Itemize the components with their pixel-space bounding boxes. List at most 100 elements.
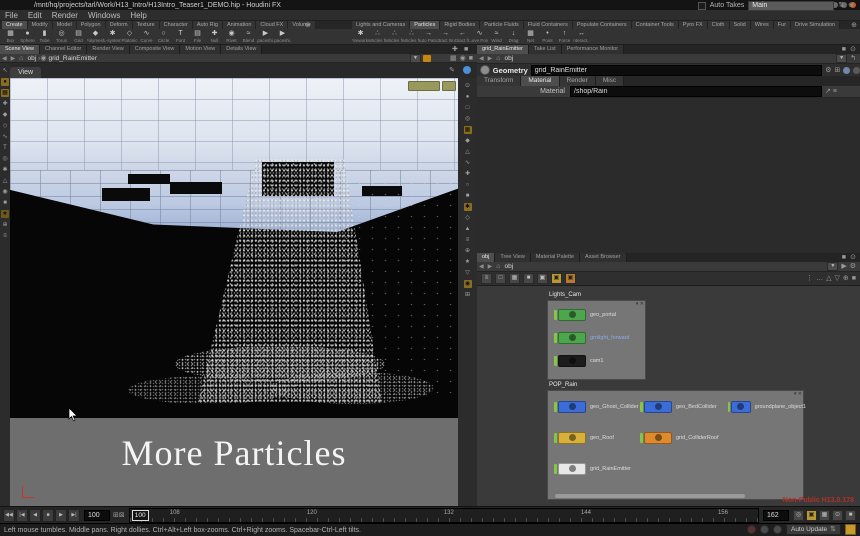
tool-icon[interactable]: ◆ [464,137,472,145]
help-icon[interactable]: ⊕ [848,2,854,9]
tool-icon[interactable]: ◆ [1,111,9,119]
tool-icon[interactable]: ● [464,93,472,101]
globe-icon[interactable] [463,66,471,74]
node-display-flag[interactable] [640,433,643,443]
node-display-flag[interactable] [554,433,557,443]
info-icon[interactable] [843,67,850,74]
node-display-flag[interactable] [554,310,557,320]
netbox-lights-cam[interactable]: Lights_Cam ▾ ✕ geo_portal grnlight_forwa… [547,300,646,380]
playback-button[interactable]: |◀ [16,509,28,522]
shelf-tab[interactable]: Model [53,21,77,29]
tool-icon[interactable]: ◎ [1,155,9,163]
node-body[interactable] [731,401,751,413]
param-tab[interactable]: Material [521,76,559,86]
snap-icon[interactable]: ▦ [450,55,457,62]
path-root[interactable]: obj [502,55,515,62]
network-editor[interactable]: Lights_Cam ▾ ✕ geo_portal grnlight_forwa… [477,286,860,506]
take-stepper-icon[interactable]: ⇅ [838,2,844,9]
shelf-tool[interactable]: ● Sphere [19,30,36,45]
scene-viewport[interactable]: More Particles [10,78,458,506]
open-chooser-icon[interactable]: ↗ [825,88,831,95]
timeline-option-icon[interactable]: ◎ [793,510,804,521]
grid-icon[interactable]: ■ [469,55,473,62]
net-tool-icon[interactable]: ▣ [537,273,548,284]
tool-icon[interactable]: ◎ [464,115,472,123]
forward-icon[interactable]: ▶ [486,263,495,270]
net-tool-icon[interactable]: ▦ [509,273,520,284]
memory-icon[interactable] [747,525,756,534]
tool-icon[interactable]: ∿ [464,159,472,167]
network-node[interactable]: geo_portal [554,309,629,320]
timeline-option-icon[interactable]: ▦ [819,510,830,521]
menu-item[interactable]: Help [125,11,151,20]
shelf-tab[interactable]: Solid [730,21,751,29]
shelf-tool[interactable]: ▦ Box [2,30,19,45]
netbox-pop-rain[interactable]: POP_Rain ▾ ✕ geo_Ghost_Collider geo_BedC… [547,390,804,500]
pane-tab[interactable]: Composite View [130,45,181,54]
tool-icon[interactable]: ★ [464,258,472,266]
shelf-tab[interactable]: Wires [751,21,774,29]
network-node[interactable]: grnlight_forward [554,332,629,343]
pane-maximize-icon[interactable]: ■ [842,46,846,53]
shelf-gear-icon[interactable]: ⊕ [851,22,857,29]
node-body[interactable] [558,401,586,413]
tool-icon[interactable]: ⊕ [1,221,9,229]
shelf-tab[interactable]: Drive Simulation [791,21,840,29]
shelf-tab[interactable]: Volume [288,21,315,29]
shelf-tool[interactable]: ◆ Polymesh [87,30,104,45]
shelf-tool[interactable]: ◎ Torus [53,30,70,45]
node-display-flag[interactable] [554,464,557,474]
dots-icon[interactable]: ⋮ [806,275,813,282]
shelf-tab[interactable]: Create [2,21,28,29]
display-flag-icon[interactable] [423,55,431,62]
viewport-overlay-button[interactable] [442,81,456,91]
shelf-tool[interactable]: ≈ Blend [240,30,257,45]
menu-item[interactable]: Windows [83,11,125,20]
auto-takes-checkbox[interactable] [698,2,706,10]
shelf-tab[interactable]: Deform [106,21,133,29]
play-icon[interactable]: ▶ [841,263,846,270]
shelf-tool[interactable]: • Point [539,30,556,45]
shelf-tab[interactable]: Character [160,21,193,29]
gear-icon[interactable]: ⚙ [825,67,831,74]
menu-item[interactable]: Edit [23,11,47,20]
pose-icon[interactable]: ◉ [460,55,466,62]
material-field[interactable] [570,86,822,97]
jump-icon[interactable]: ↰ [850,55,856,62]
shelf-tool[interactable]: ↓ Drag [505,30,522,45]
shelf-tab[interactable]: Pyro FX [679,21,708,29]
tool-icon[interactable]: ▽ [464,269,472,277]
node-name-field[interactable] [531,65,822,76]
cook-icon[interactable] [773,525,782,534]
timeline-ruler[interactable]: 100 108120132144156 [129,508,759,523]
net-tool-icon[interactable]: □ [495,273,506,284]
shelf-tool[interactable]: → Auto Patrol [420,30,437,45]
path-dropdown[interactable]: ▼ [827,262,838,271]
node-display-flag[interactable] [728,402,730,412]
network-node[interactable]: cam1 [554,355,629,366]
network-node[interactable]: geo_Roof [554,432,640,443]
pane-maximize-icon[interactable]: ■ [464,46,468,53]
tool-icon[interactable]: ◇ [464,214,472,222]
menu-item[interactable]: File [0,11,23,20]
pane-tab[interactable]: Channel Editor [40,45,87,54]
new-tab-icon[interactable]: ✚ [452,46,458,53]
pane-tab[interactable]: Scene View [0,45,40,54]
shelf-tool[interactable]: T Font [172,30,189,45]
network-node[interactable]: grid_RainEmitter [554,463,640,474]
tool-icon[interactable]: ⊞ [464,291,472,299]
shelf-tool[interactable]: ∴ Particles fr... [369,30,386,45]
tool-icon[interactable]: ▦ [1,89,9,97]
tool-icon[interactable]: □ [464,104,472,112]
pane-tab[interactable]: Take List [529,45,562,54]
path-root[interactable]: obj [25,55,38,62]
shelf-tool[interactable]: ∴ Particles fr... [403,30,420,45]
frame-icon[interactable]: ■ [852,275,856,282]
path-dropdown[interactable]: ▼ [836,54,847,63]
net-tool-icon[interactable]: ▣ [565,273,576,284]
shelf-tab[interactable]: Fluid Containers [524,21,573,29]
param-tab[interactable]: Misc [596,76,624,86]
net-tool-icon[interactable]: ≡ [481,273,492,284]
param-tab[interactable]: Render [560,76,596,86]
pane-tab[interactable]: Material Palette [531,253,580,262]
